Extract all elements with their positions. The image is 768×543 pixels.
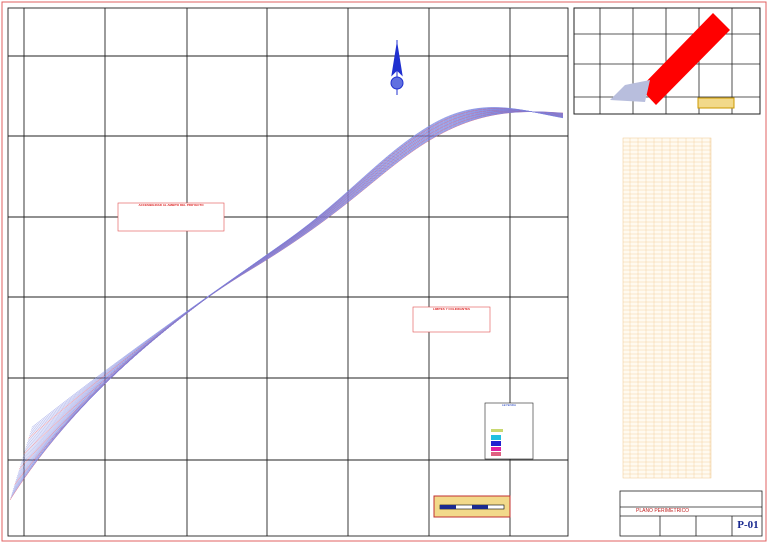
map-grid bbox=[7, 7, 569, 537]
legend-title: LEYENDA bbox=[501, 403, 516, 407]
coordinates-table bbox=[622, 137, 712, 479]
north-arrow-icon bbox=[390, 40, 404, 95]
limits-table-title: LIMITES Y COLINDANTES bbox=[432, 307, 471, 311]
plan-title: PLANO PERIMETRICO bbox=[636, 508, 690, 514]
access-table-title: ACCESIBILIDAD AL AMBITO DEL PROYECTO bbox=[138, 203, 204, 207]
sheet-number: P-01 bbox=[737, 519, 759, 531]
drawing-canvas bbox=[1, 1, 767, 542]
location-key-map bbox=[573, 7, 761, 115]
contour-lines bbox=[9, 107, 564, 501]
legend bbox=[484, 402, 534, 460]
scale-bar bbox=[433, 495, 511, 518]
